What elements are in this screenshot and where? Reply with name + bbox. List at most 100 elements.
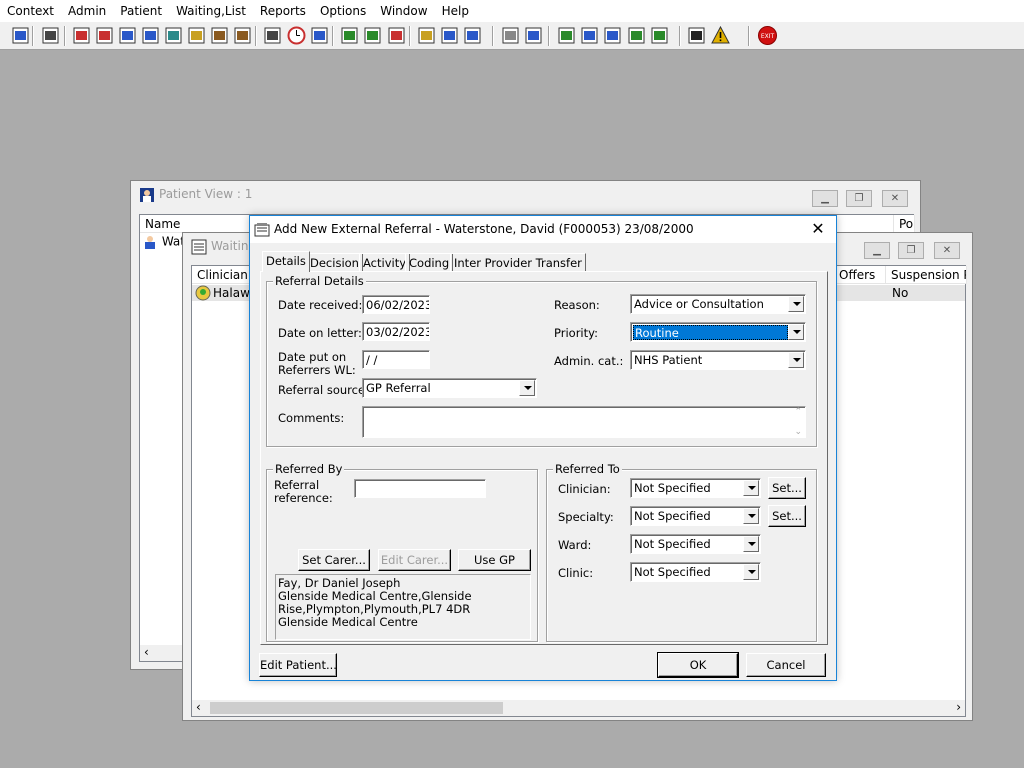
toolbar-separator (679, 26, 681, 46)
check-green-icon[interactable] (626, 25, 647, 46)
ward-value: Not Specified (634, 537, 711, 551)
set-specialty-button[interactable]: Set... (768, 505, 806, 527)
toolbar-separator (748, 26, 750, 46)
specialty-select[interactable]: Not Specified (630, 506, 761, 526)
sort-icon[interactable] (686, 25, 707, 46)
date-received-input[interactable]: 06/02/2023 (362, 295, 430, 314)
scroll-up-arrow[interactable]: ⌃ (794, 407, 802, 417)
chevron-down-icon[interactable] (788, 296, 804, 312)
bar-chart-icon[interactable] (523, 25, 544, 46)
priority-select[interactable]: Routine (630, 322, 806, 342)
menu-waiting-list[interactable]: Waiting,List (169, 0, 253, 22)
search-icon[interactable] (262, 25, 283, 46)
restore-button[interactable]: ❐ (898, 242, 924, 259)
checklist-2-icon[interactable] (602, 25, 623, 46)
printer-icon[interactable] (40, 25, 61, 46)
monitor-icon[interactable] (309, 25, 330, 46)
close-button[interactable]: ✕ (882, 190, 908, 207)
edit-carer-button[interactable]: Edit Carer... (378, 549, 451, 571)
cancel-button[interactable]: Cancel (746, 653, 826, 677)
column-header-po[interactable]: Po (894, 215, 915, 233)
document-icon[interactable] (500, 25, 521, 46)
chart-edit-icon[interactable] (94, 25, 115, 46)
clinician-icon (195, 285, 211, 301)
tab-decision[interactable]: Decision (306, 253, 363, 271)
edit-patient-button[interactable]: Edit Patient... (259, 653, 337, 677)
column-header-suspension[interactable]: Suspension Pe (886, 266, 967, 284)
scrollbar-thumb[interactable] (210, 702, 503, 714)
tab-activity[interactable]: Activity (359, 253, 411, 271)
column-header-offers[interactable]: Offers (834, 266, 886, 284)
column-header-name[interactable]: Name (140, 215, 265, 233)
check-green-2-icon[interactable] (649, 25, 670, 46)
admin-cat-select[interactable]: NHS Patient (630, 350, 806, 370)
checklist-icon[interactable] (579, 25, 600, 46)
m-icon[interactable] (140, 25, 161, 46)
close-button[interactable]: ✕ (934, 242, 960, 259)
doctor-icon[interactable] (163, 25, 184, 46)
referral-source-select[interactable]: GP Referral (362, 378, 537, 398)
date-on-letter-input[interactable]: 03/02/2023 (362, 322, 430, 341)
scroll-left-arrow[interactable]: ‹ (196, 700, 201, 714)
close-icon[interactable]: ✕ (808, 219, 828, 239)
patient-card-icon[interactable] (339, 25, 360, 46)
menu-admin[interactable]: Admin (61, 0, 113, 22)
menu-options[interactable]: Options (313, 0, 373, 22)
minimize-button[interactable]: ▁ (812, 190, 838, 207)
tab-coding[interactable]: Coding (405, 253, 454, 271)
chevron-down-icon[interactable] (788, 324, 804, 340)
globe-icon[interactable] (556, 25, 577, 46)
book-icon[interactable] (71, 25, 92, 46)
referral-reference-label: Referral reference: (274, 478, 333, 505)
restore-button[interactable]: ❐ (846, 190, 872, 207)
date-received-label: Date received: (278, 298, 363, 312)
menu-patient[interactable]: Patient (113, 0, 169, 22)
chevron-down-icon[interactable] (743, 536, 759, 552)
bed-icon[interactable] (439, 25, 460, 46)
menu-reports[interactable]: Reports (253, 0, 313, 22)
set-clinician-button[interactable]: Set... (768, 477, 806, 499)
address-card-icon[interactable] (117, 25, 138, 46)
ward-label: Ward: (558, 538, 592, 552)
referral-reference-input[interactable] (354, 479, 486, 498)
minimize-button[interactable]: ▁ (864, 242, 890, 259)
warning-icon[interactable] (710, 25, 731, 46)
date-put-on-input[interactable]: / / (362, 350, 430, 369)
use-gp-button[interactable]: Use GP (458, 549, 531, 571)
menu-window[interactable]: Window (373, 0, 434, 22)
ward-select[interactable]: Not Specified (630, 534, 761, 554)
horizontal-scrollbar[interactable]: ‹ › (192, 700, 965, 716)
menu-context[interactable]: Context (0, 0, 61, 22)
clinic-select[interactable]: Not Specified (630, 562, 761, 582)
user-icon[interactable] (10, 25, 31, 46)
chevron-down-icon[interactable] (519, 380, 535, 396)
chevron-down-icon[interactable] (788, 352, 804, 368)
tab-details[interactable]: Details (262, 251, 310, 272)
specialty-label: Specialty: (558, 510, 614, 524)
toolbar-separator (332, 26, 334, 46)
column-header-clinician[interactable]: Clinician (192, 266, 252, 284)
card-icon[interactable] (362, 25, 383, 46)
clinician-select[interactable]: Not Specified (630, 478, 761, 498)
reason-select[interactable]: Advice or Consultation (630, 294, 806, 314)
transfer-icon[interactable] (462, 25, 483, 46)
scroll-right-arrow[interactable]: › (956, 700, 961, 714)
notepad-icon[interactable] (186, 25, 207, 46)
chevron-down-icon[interactable] (743, 564, 759, 580)
tab-inter-provider-transfer[interactable]: Inter Provider Transfer (450, 253, 586, 271)
scroll-left-arrow[interactable]: ‹ (144, 645, 149, 659)
scroll-down-arrow[interactable]: ⌄ (794, 427, 802, 437)
exit-icon[interactable]: EXIT (757, 25, 778, 46)
ok-button[interactable]: OK (657, 652, 739, 678)
handshake-2-icon[interactable] (232, 25, 253, 46)
set-carer-button[interactable]: Set Carer... (298, 549, 370, 571)
menu-help[interactable]: Help (435, 0, 476, 22)
handshake-icon[interactable] (209, 25, 230, 46)
dial-icon[interactable] (386, 25, 407, 46)
chevron-down-icon[interactable] (743, 480, 759, 496)
priority-label: Priority: (554, 326, 598, 340)
comments-textarea[interactable]: ⌃ ⌄ (362, 406, 806, 438)
list-icon[interactable] (416, 25, 437, 46)
chevron-down-icon[interactable] (743, 508, 759, 524)
clock-icon[interactable] (286, 25, 307, 46)
